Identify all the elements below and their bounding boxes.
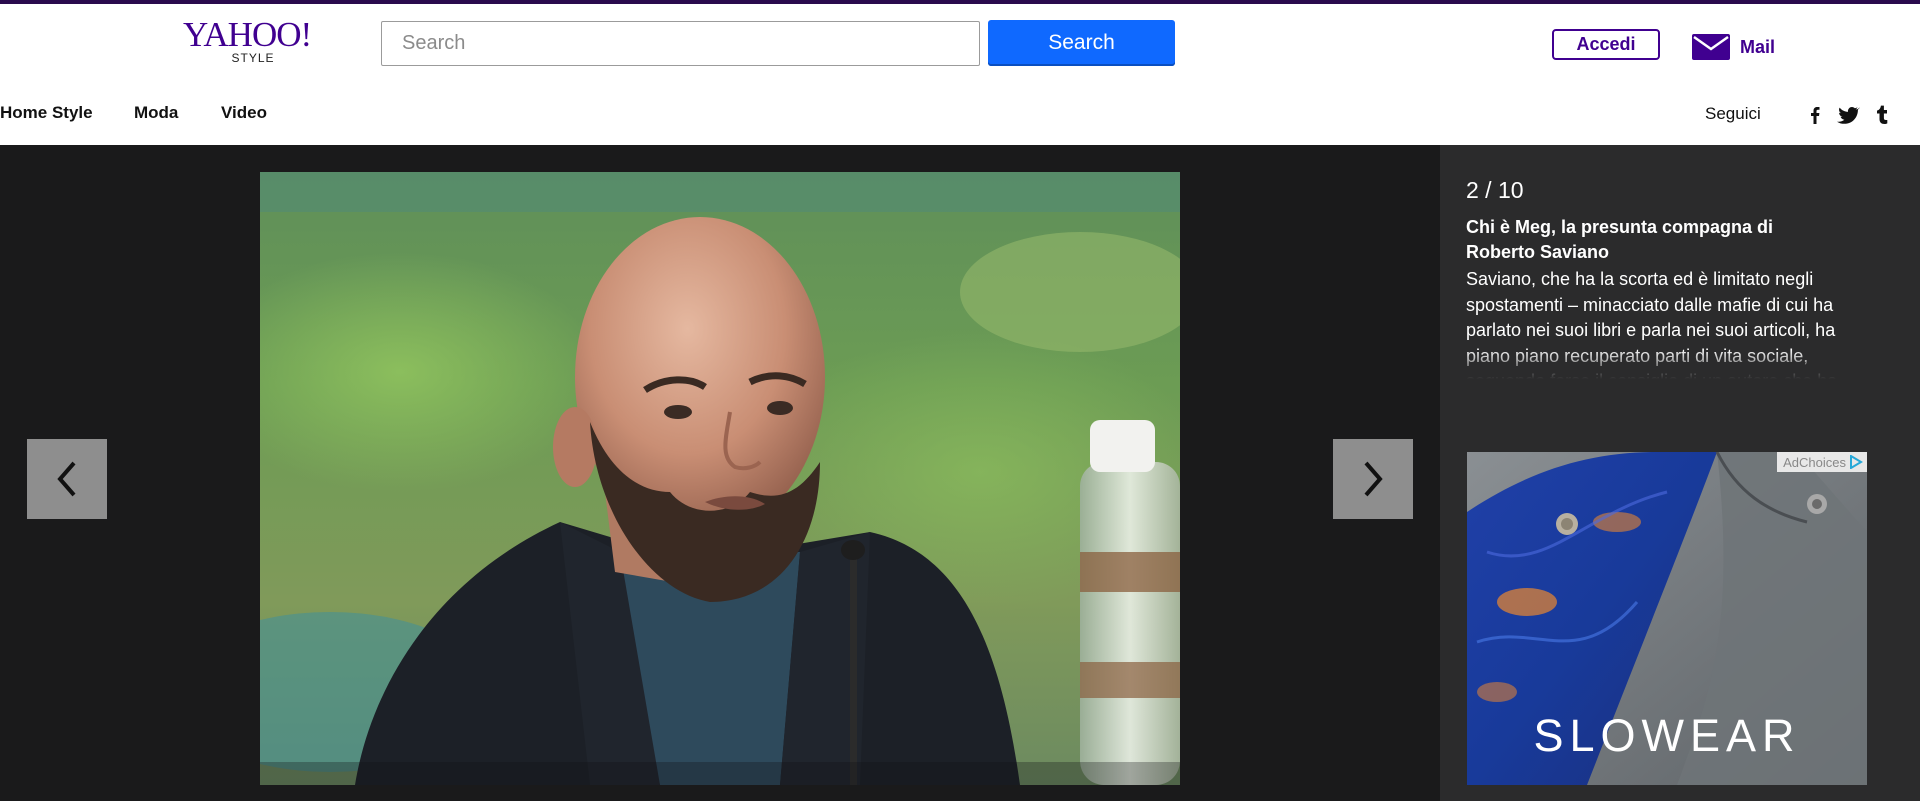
follow-label: Seguici [1705, 104, 1761, 123]
facebook-icon[interactable] [1803, 103, 1827, 127]
search-input[interactable] [381, 21, 980, 66]
advertisement[interactable]: AdChoices SLOWEAR [1467, 452, 1867, 785]
mail-link[interactable]: Mail [1692, 31, 1775, 63]
site-header: YAHOO! STYLE Search Accedi Mail Home Sty… [0, 4, 1920, 144]
gallery-photo [260, 172, 1180, 785]
adchoices-label: AdChoices [1783, 454, 1846, 470]
chevron-right-icon [1364, 461, 1383, 497]
adchoices-badge[interactable]: AdChoices [1777, 452, 1867, 472]
yahoo-style-logo[interactable]: YAHOO! STYLE [183, 15, 312, 68]
description-fade [1466, 349, 1851, 379]
twitter-icon[interactable] [1836, 103, 1860, 127]
slide-description: Saviano, che ha la scorta ed è limitato … [1466, 267, 1851, 379]
ad-brand-name: SLOWEAR [1533, 710, 1801, 761]
gallery-stage [0, 145, 1440, 801]
previous-slide-button[interactable] [27, 439, 107, 519]
tumblr-icon[interactable] [1870, 103, 1894, 127]
nav-item-video[interactable]: Video [221, 103, 267, 123]
mail-label: Mail [1740, 36, 1776, 57]
logo-text: YAHOO! [183, 15, 312, 54]
slide-title: Chi è Meg, la presunta compagna di Rober… [1466, 217, 1774, 262]
slide-caption-panel: 2 / 10 Chi è Meg, la presunta compagna d… [1440, 145, 1920, 801]
mail-icon [1692, 34, 1730, 60]
adchoices-icon [1850, 455, 1863, 469]
signin-button[interactable]: Accedi [1552, 29, 1660, 60]
nav-item-home-style[interactable]: Home Style [0, 103, 93, 123]
nav-item-moda[interactable]: Moda [134, 103, 178, 123]
chevron-left-icon [57, 461, 76, 497]
next-slide-button[interactable] [1333, 439, 1413, 519]
search-button[interactable]: Search [988, 20, 1175, 66]
slide-counter: 2 / 10 [1466, 177, 1524, 203]
